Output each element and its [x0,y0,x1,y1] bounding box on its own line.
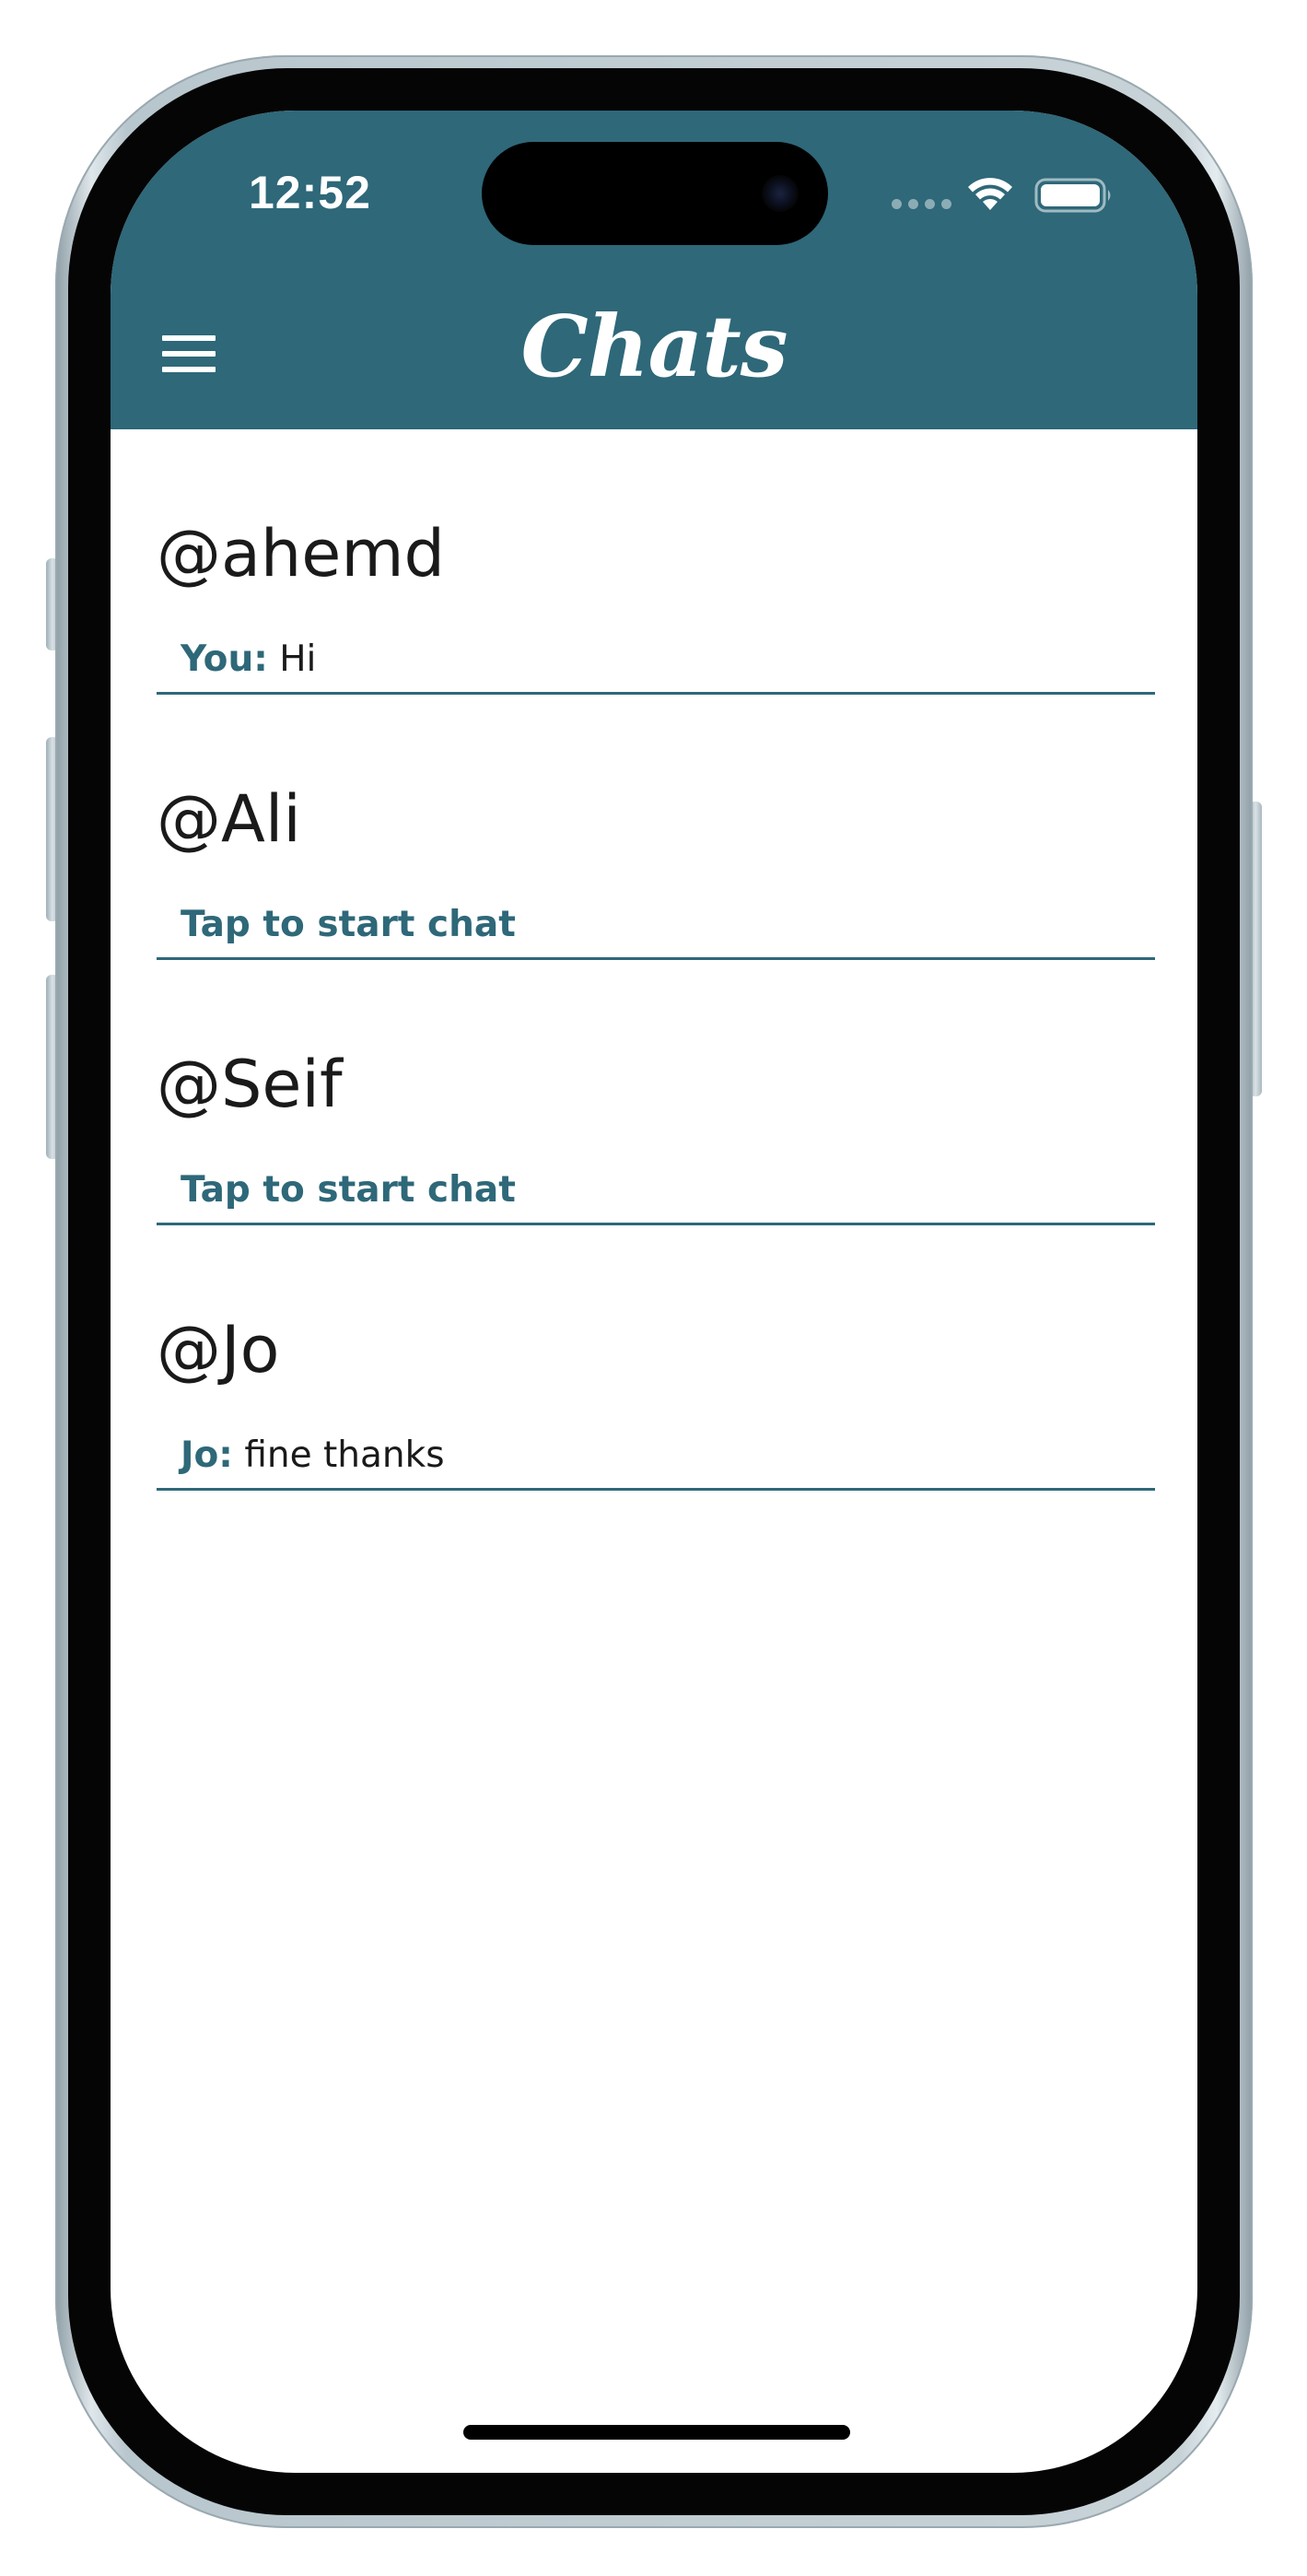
wifi-icon [968,178,1012,210]
chat-list-item[interactable]: @Seif Tap to start chat [157,960,1155,1225]
app-screen: 12:52 Chats @ahemd You: Hi @Ali Tap to s… [111,111,1197,2473]
chat-username: @ahemd [157,516,445,591]
app-header: 12:52 Chats [111,111,1197,429]
chat-list-item[interactable]: @Ali Tap to start chat [157,695,1155,960]
message-text: Hi [279,638,317,680]
dynamic-island [482,142,828,245]
chat-username: @Ali [157,781,301,857]
chat-list-item[interactable]: @Jo Jo: fine thanks [157,1225,1155,1491]
home-indicator[interactable] [463,2425,850,2440]
battery-icon [1034,178,1111,213]
chat-username: @Seif [157,1047,343,1122]
cellular-signal-icon [892,199,951,209]
chat-last-message: Jo: fine thanks [181,1437,445,1473]
status-bar-time: 12:52 [249,167,371,218]
message-sender-label: You: [181,638,268,680]
divider [157,1488,1155,1491]
chat-list-item[interactable]: @ahemd You: Hi [157,429,1155,695]
message-sender-label: Jo: [181,1434,233,1476]
device-mockup: 12:52 Chats @ahemd You: Hi @Ali Tap to s… [0,0,1307,2576]
chat-last-message: Tap to start chat [181,907,516,943]
start-chat-prompt: Tap to start chat [181,904,516,945]
page-title: Chats [520,297,788,396]
chat-last-message: You: Hi [181,641,316,677]
chat-last-message: Tap to start chat [181,1172,516,1208]
front-camera-icon [762,175,799,212]
start-chat-prompt: Tap to start chat [181,1169,516,1211]
message-text: fine thanks [244,1434,445,1476]
chat-username: @Jo [157,1312,280,1388]
chat-list: @ahemd You: Hi @Ali Tap to start chat @S… [157,429,1155,1491]
